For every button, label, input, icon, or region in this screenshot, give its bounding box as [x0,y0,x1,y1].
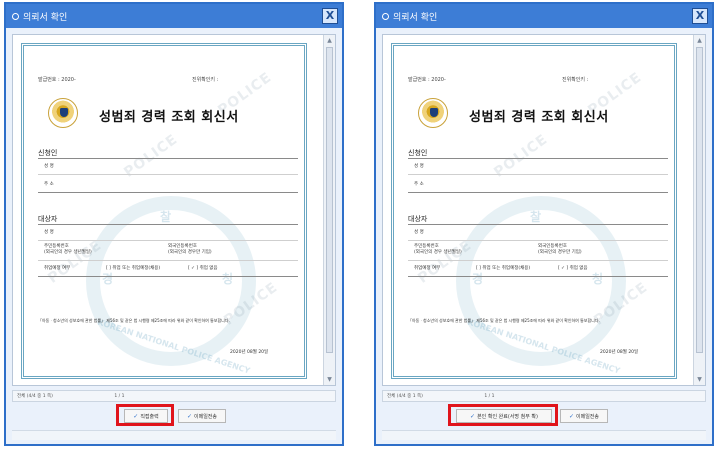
vertical-scrollbar[interactable]: ▲ ▼ [693,35,705,385]
applicant-address-label: 주 소 [414,182,424,187]
document-viewer: 찰 경 청 KOREAN NATIONAL POLICE AGENCY POLI… [382,34,706,386]
issue-number: 발급번호 : 2020- [408,77,446,83]
watermark-char-left: 경 [472,272,484,286]
window-icon [12,12,19,20]
watermark-char-top: 찰 [530,210,542,224]
scroll-down-icon[interactable]: ▼ [325,375,334,384]
employment-label: 취업예정 여부 [44,266,71,271]
page-info-bar: 전체 (4/4 중 1 쪽) 1 / 1 [12,390,336,402]
action-buttons: ✓ 직접출력 ✓ 이메일전송 [6,406,342,426]
window-statusbar [12,430,336,440]
subject-rrn-sub: (외국인의 경우 생년월일) [414,250,462,255]
issue-date: 2020년 08월 20일 [230,350,269,355]
document-title: 성범죄 경력 조회 회신서 [99,110,239,125]
subject-foreign-sub: (외국인의 경우만 기입) [538,250,582,255]
highlight-box [116,404,174,426]
verify-key: 진위확인키 : [192,77,219,83]
employment-option-no: [ ✓ ] 취업 없음 [558,266,588,271]
page-status: 전체 (4/4 중 1 쪽) [17,394,53,399]
scroll-down-icon[interactable]: ▼ [695,375,704,384]
highlight-box [448,404,558,426]
window-title: 의뢰서 확인 [23,12,68,23]
watermark-char-left: 경 [102,272,114,286]
applicant-address-label: 주 소 [44,182,54,187]
issue-date: 2020년 08월 20일 [600,350,639,355]
employment-label: 취업예정 여부 [414,266,441,271]
employment-option-no: [ ✓ ] 취업 없음 [188,266,218,271]
email-send-button[interactable]: ✓ 이메일전송 [178,409,226,423]
vertical-scrollbar[interactable]: ▲ ▼ [323,35,335,385]
scroll-up-icon[interactable]: ▲ [325,36,334,45]
close-button[interactable]: X [322,8,338,24]
applicant-name-label: 성 명 [44,164,54,169]
email-send-button[interactable]: ✓ 이메일전송 [560,409,608,423]
document-page: 찰 경 청 KOREAN NATIONAL POLICE AGENCY POLI… [391,43,677,379]
page-count: 1 / 1 [484,394,495,399]
page-status: 전체 (4/4 중 1 쪽) [387,394,423,399]
check-icon: ✓ [568,412,574,420]
applicant-section: 신청인 [408,149,428,157]
subject-rrn-sub: (외국인의 경우 생년월일) [44,250,92,255]
applicant-name-label: 성 명 [414,164,424,169]
employment-option-yes: [ ] 취업 또는 취업예정(채용) [476,266,531,271]
check-icon: ✓ [186,412,192,420]
scroll-up-icon[interactable]: ▲ [695,36,704,45]
document-title: 성범죄 경력 조회 회신서 [469,110,609,125]
window-statusbar [382,430,706,440]
scroll-thumb[interactable] [696,47,703,353]
subject-name-label: 성 명 [414,230,424,235]
employment-option-yes: [ ] 취업 또는 취업예정(채용) [106,266,161,271]
window-icon [382,12,389,20]
applicant-section: 신청인 [38,149,58,157]
subject-name-label: 성 명 [44,230,54,235]
document-viewer: 찰 경 청 KOREAN NATIONAL POLICE AGENCY POLI… [12,34,336,386]
window-title: 의뢰서 확인 [393,12,438,23]
legal-notice: 「아동ㆍ청소년의 성보호에 관한 법률」 제56조 및 같은 법 시행령 제25… [408,318,600,323]
police-seal-icon [48,98,78,128]
watermark-char-right: 청 [592,272,604,286]
subject-foreign-sub: (외국인의 경우만 기입) [168,250,212,255]
verify-key: 진위확인키 : [562,77,589,83]
scroll-thumb[interactable] [326,47,333,353]
watermark-char-right: 청 [222,272,234,286]
watermark-char-top: 찰 [160,210,172,224]
page-count: 1 / 1 [114,394,125,399]
report-window-right: 의뢰서 확인 X 찰 경 청 KOREAN NATIONAL POLICE AG… [374,2,714,446]
subject-section: 대상자 [408,215,428,223]
police-seal-icon [418,98,448,128]
issue-number: 발급번호 : 2020- [38,77,76,83]
window-titlebar: 의뢰서 확인 [6,4,342,28]
page-info-bar: 전체 (4/4 중 1 쪽) 1 / 1 [382,390,706,402]
close-button[interactable]: X [692,8,708,24]
document-page: 찰 경 청 KOREAN NATIONAL POLICE AGENCY POLI… [21,43,307,379]
report-window-left: 의뢰서 확인 X 찰 경 청 KOREAN NATIONAL POLICE AG… [4,2,344,446]
subject-section: 대상자 [38,215,58,223]
window-titlebar: 의뢰서 확인 [376,4,712,28]
legal-notice: 「아동ㆍ청소년의 성보호에 관한 법률」 제56조 및 같은 법 시행령 제25… [38,318,230,323]
